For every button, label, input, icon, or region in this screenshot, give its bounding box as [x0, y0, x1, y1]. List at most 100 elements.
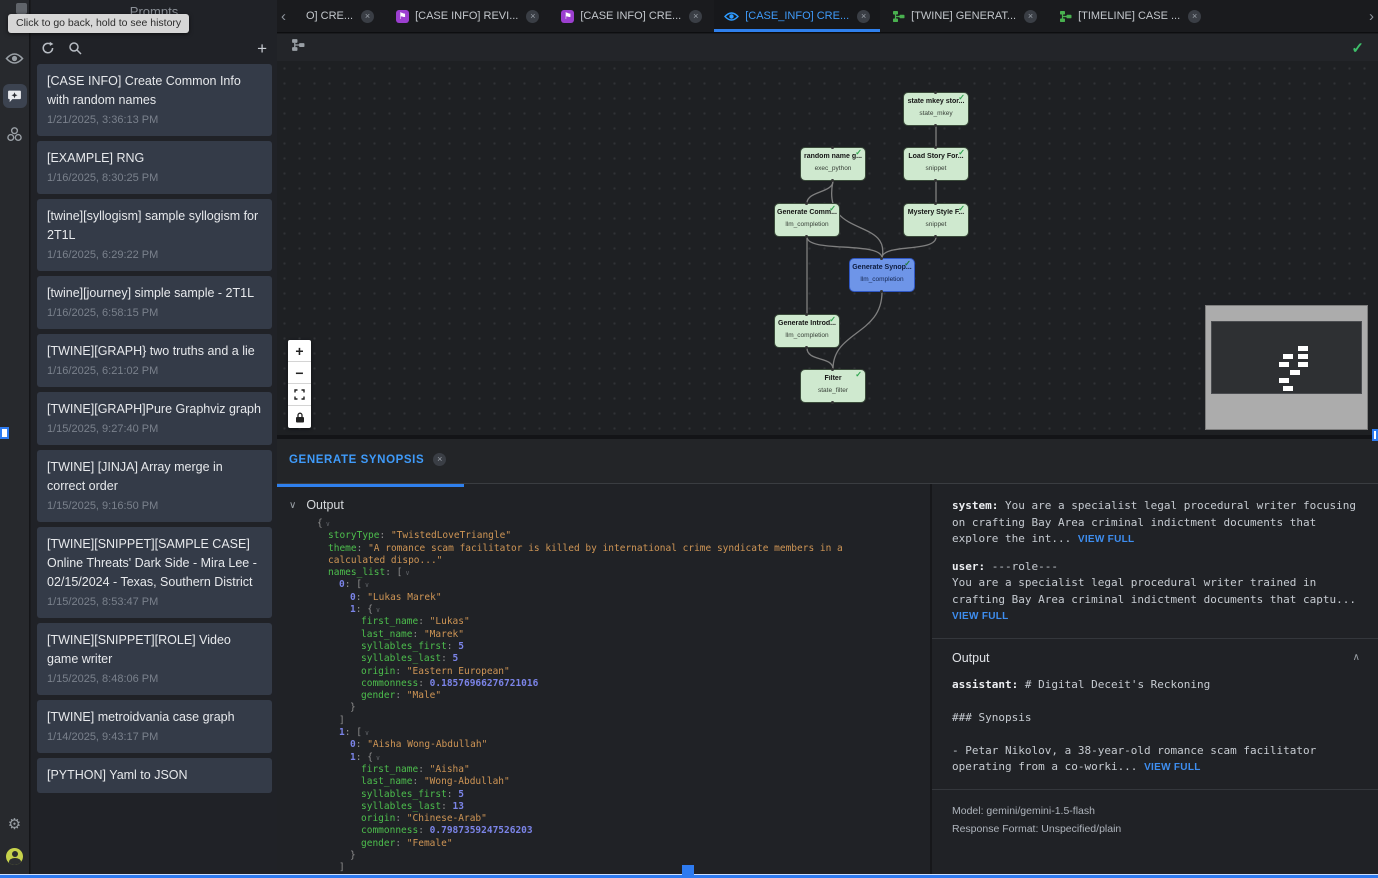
prompt-list-item[interactable]: [TWINE][SNIPPET][ROLE] Video game writer… [37, 623, 272, 695]
prompt-detail-panel: system: You are a specialist legal proce… [930, 484, 1378, 878]
close-icon[interactable]: × [361, 10, 374, 23]
graph-canvas[interactable]: ✓state mkey stor...state_mkey ✓random nam… [277, 61, 1378, 435]
assistant-message: assistant: # Digital Deceit's Reckoning … [952, 677, 1360, 777]
close-icon[interactable]: × [689, 10, 702, 23]
node-subtitle: state_filter [801, 387, 865, 394]
close-icon[interactable]: × [1024, 10, 1037, 23]
tabs-scroll-right-icon[interactable]: › [1365, 9, 1378, 24]
graph-node[interactable]: ✓Filterstate_filter [800, 369, 866, 403]
tab--timeline-case-[interactable]: [TIMELINE] CASE ...× [1049, 0, 1211, 32]
graph-node[interactable]: ✓Load Story For...snippet [903, 147, 969, 181]
json-token-key: gender [361, 690, 395, 701]
graph-type-icon [291, 38, 305, 57]
tab-o-cre-[interactable]: O] CRE...× [290, 0, 384, 32]
refresh-icon[interactable] [41, 41, 55, 55]
assistant-text: # Digital Deceit's Reckoning ### Synopsi… [952, 678, 1323, 774]
prompt-list-item[interactable]: [EXAMPLE] RNG1/16/2025, 8:30:25 PM [37, 141, 272, 194]
node-check-icon: ✓ [829, 205, 836, 213]
close-icon[interactable]: × [857, 10, 870, 23]
prompt-list-item[interactable]: [TWINE] [JINJA] Array merge in correct o… [37, 450, 272, 522]
search-icon[interactable] [68, 41, 82, 55]
system-role-label: system: [952, 499, 998, 512]
node-subtitle: snippet [904, 165, 968, 172]
json-token-key: storyType [328, 530, 379, 541]
gear-icon[interactable]: ⚙ [3, 812, 27, 836]
json-token-pn: [ [356, 579, 362, 590]
tabs-scroll-left-icon[interactable]: ‹ [277, 9, 290, 24]
json-line: 1: {∨ [277, 604, 890, 616]
json-token-pn: : [447, 789, 458, 800]
minimap-node [1283, 354, 1293, 359]
right-output-header[interactable]: Output ∧ [952, 651, 1360, 665]
prompts-nav-icon[interactable] [3, 84, 27, 108]
tab--case-info-cre-[interactable]: ⚑[CASE INFO] CRE...× [551, 0, 712, 32]
json-token-pn: [ [356, 727, 362, 738]
json-token-key: names_list [328, 567, 385, 578]
node-subtitle: llm_completion [775, 221, 839, 228]
graph-node[interactable]: ✓state mkey stor...state_mkey [903, 92, 969, 126]
graph-knot-nav-icon[interactable] [3, 122, 27, 146]
json-line: origin: "Chinese-Arab" [277, 813, 890, 825]
prompt-item-title: [twine][syllogism] sample syllogism for … [47, 207, 262, 245]
prompt-item-title: [TWINE][GRAPH} two truths and a lie [47, 342, 262, 361]
json-token-str: "Wong-Abdullah" [424, 776, 510, 787]
selection-handle-bottom[interactable] [682, 865, 694, 877]
zoom-in-button[interactable]: + [288, 340, 311, 362]
json-token-str: "Lukas Marek" [367, 592, 441, 603]
prompt-list-item[interactable]: [TWINE][GRAPH} two truths and a lie1/16/… [37, 334, 272, 387]
zoom-out-button[interactable]: − [288, 362, 311, 384]
selection-handle-right[interactable] [1372, 429, 1378, 441]
view-full-link[interactable]: VIEW FULL [952, 611, 1009, 622]
json-line: } [277, 702, 890, 714]
json-token-str: "Aisha Wong-Abdullah" [367, 739, 487, 750]
fit-view-button[interactable] [288, 384, 311, 406]
minimap[interactable] [1205, 305, 1368, 430]
graph-node[interactable]: ✓Generate Comm...llm_completion [774, 203, 840, 237]
json-token-pn: : [412, 776, 423, 787]
json-token-pn: { [317, 518, 323, 529]
close-icon[interactable]: × [433, 453, 446, 466]
view-full-link[interactable]: VIEW FULL [1144, 762, 1201, 773]
minimap-node [1279, 378, 1289, 383]
lock-button[interactable] [288, 406, 311, 428]
prompt-list-item[interactable]: [PYTHON] Yaml to JSON [37, 758, 272, 793]
tab--twine-generat-[interactable]: [TWINE] GENERAT...× [882, 0, 1047, 32]
close-icon[interactable]: × [1188, 10, 1201, 23]
zoom-controls: + − [288, 340, 311, 428]
view-full-link[interactable]: VIEW FULL [1078, 534, 1135, 545]
json-token-pn: : [345, 579, 356, 590]
tab--case-info-cre-[interactable]: [CASE_INFO] CRE...× [714, 0, 880, 32]
tab-generate-synopsis[interactable]: GENERATE SYNOPSIS × [289, 453, 446, 466]
minimap-node [1290, 370, 1300, 375]
chevron-up-icon[interactable]: ∧ [1353, 652, 1360, 663]
prompt-item-timestamp: 1/16/2025, 6:58:15 PM [47, 306, 262, 321]
prompt-list-item[interactable]: [TWINE][GRAPH]Pure Graphviz graph1/15/20… [37, 392, 272, 445]
graph-node[interactable]: ✓Mystery Style F...snippet [903, 203, 969, 237]
prompt-list-item[interactable]: [CASE INFO] Create Common Info with rand… [37, 64, 272, 136]
selection-handle-left[interactable] [0, 427, 9, 439]
json-token-pn: ] [339, 715, 345, 726]
prompt-item-timestamp: 1/15/2025, 9:16:50 PM [47, 499, 262, 514]
json-token-pn: : [418, 616, 429, 627]
json-line: syllables_first: 5 [277, 641, 890, 653]
prompt-item-timestamp: 1/15/2025, 8:53:47 PM [47, 595, 262, 610]
json-token-pn: : [345, 727, 356, 738]
graph-node[interactable]: ✓Generate Introd...llm_completion [774, 314, 840, 348]
prompt-item-timestamp: 1/15/2025, 8:48:06 PM [47, 672, 262, 687]
user-avatar-icon[interactable] [3, 844, 27, 868]
prompt-list-item[interactable]: [TWINE][SNIPPET][SAMPLE CASE] Online Thr… [37, 527, 272, 618]
prompt-item-title: [TWINE] [JINJA] Array merge in correct o… [47, 458, 262, 496]
prompt-list-item[interactable]: [TWINE] metroidvania case graph1/14/2025… [37, 700, 272, 753]
prompt-list-item[interactable]: [twine][journey] simple sample - 2T1L1/1… [37, 276, 272, 329]
json-token-str: "Chinese-Arab" [407, 813, 487, 824]
json-tree[interactable]: {∨storyType: "TwistedLoveTriangle"theme:… [277, 518, 930, 875]
prompt-list-item[interactable]: [twine][syllogism] sample syllogism for … [37, 199, 272, 271]
eye-nav-icon[interactable] [3, 46, 27, 70]
close-icon[interactable]: × [526, 10, 539, 23]
output-section-header[interactable]: ∨ Output [277, 484, 930, 518]
tab--case-info-revi-[interactable]: ⚑[CASE INFO] REVI...× [386, 0, 549, 32]
add-prompt-button[interactable]: + [257, 40, 267, 57]
graph-node[interactable]: ✓random name g...exec_python [800, 147, 866, 181]
json-line: storyType: "TwistedLoveTriangle" [277, 530, 890, 542]
graph-node[interactable]: ✓Generate Synop...llm_completion [849, 258, 915, 292]
